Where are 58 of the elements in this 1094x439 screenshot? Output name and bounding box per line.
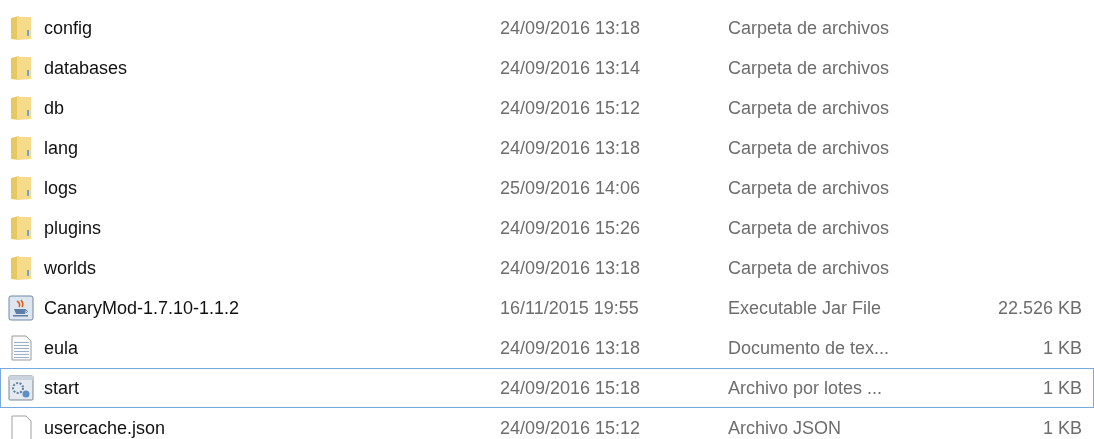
file-row[interactable]: databases 24/09/2016 13:14 Carpeta de archivos [0, 48, 1094, 88]
file-row[interactable]: CanaryMod-1.7.10-1.1.2 16/11/2015 19:55 Executable Jar File 22.526 KB [0, 288, 1094, 328]
file-size: 1 KB [1042, 376, 1082, 400]
file-type: Archivo por lotes ... [728, 376, 884, 400]
gear-window-icon [8, 375, 34, 401]
folder-icon [10, 255, 32, 281]
file-name: eula [44, 336, 79, 360]
date-modified: 24/09/2016 15:12 [500, 416, 642, 439]
date-modified: 16/11/2015 19:55 [500, 296, 640, 320]
file-row[interactable]: eula 24/09/2016 13:18 Documento de tex... 1 KB [0, 328, 1094, 368]
file-name: db [44, 96, 65, 120]
file-type: Executable Jar File [728, 296, 883, 320]
file-name: logs [44, 176, 78, 200]
date-modified: 24/09/2016 13:18 [500, 136, 642, 160]
coffee-cup-icon [8, 295, 34, 321]
date-modified: 24/09/2016 15:12 [500, 96, 642, 120]
file-name: start [44, 376, 79, 400]
file-row[interactable]: config 24/09/2016 13:18 Carpeta de archivos [0, 8, 1094, 48]
date-modified: 25/09/2016 14:06 [500, 176, 642, 200]
file-row[interactable]: lang 24/09/2016 13:18 Carpeta de archivos [0, 128, 1094, 168]
file-type: Carpeta de archivos [728, 216, 891, 240]
text-document-icon [10, 335, 32, 361]
file-type: Carpeta de archivos [728, 56, 891, 80]
folder-icon [10, 95, 32, 121]
folder-icon [10, 175, 32, 201]
file-row[interactable]: plugins 24/09/2016 15:26 Carpeta de archivos [0, 208, 1094, 248]
file-type: Carpeta de archivos [728, 96, 891, 120]
file-row[interactable]: start 24/09/2016 15:18 Archivo por lotes ... 1 KB [0, 368, 1094, 408]
file-type: Carpeta de archivos [728, 176, 891, 200]
file-name: config [44, 16, 93, 40]
file-type: Documento de tex... [728, 336, 891, 360]
file-row[interactable]: db 24/09/2016 15:12 Carpeta de archivos [0, 88, 1094, 128]
folder-icon [10, 55, 32, 81]
file-name: usercache.json [44, 416, 166, 439]
file-name: plugins [44, 216, 102, 240]
date-modified: 24/09/2016 13:18 [500, 336, 642, 360]
folder-icon [10, 215, 32, 241]
date-modified: 24/09/2016 13:18 [500, 256, 642, 280]
file-type: Carpeta de archivos [728, 136, 891, 160]
date-modified: 24/09/2016 13:18 [500, 16, 642, 40]
file-row[interactable]: logs 25/09/2016 14:06 Carpeta de archivos [0, 168, 1094, 208]
file-row[interactable]: worlds 24/09/2016 13:18 Carpeta de archivos [0, 248, 1094, 288]
file-type: Carpeta de archivos [728, 16, 891, 40]
file-row[interactable]: usercache.json 24/09/2016 15:12 Archivo JSON 1 KB [0, 408, 1094, 439]
folder-icon [10, 15, 32, 41]
file-size: 1 KB [1042, 416, 1082, 439]
file-size: 1 KB [1042, 336, 1082, 360]
folder-icon [10, 135, 32, 161]
file-name: worlds [44, 256, 96, 280]
date-modified: 24/09/2016 15:18 [500, 376, 642, 400]
file-name: CanaryMod-1.7.10-1.1.2 [44, 296, 240, 320]
date-modified: 24/09/2016 15:26 [500, 216, 642, 240]
file-name: lang [44, 136, 79, 160]
date-modified: 24/09/2016 13:14 [500, 56, 642, 80]
file-size: 22.526 KB [997, 296, 1082, 320]
file-type: Archivo JSON [728, 416, 843, 439]
file-name: databases [44, 56, 128, 80]
file-type: Carpeta de archivos [728, 256, 891, 280]
